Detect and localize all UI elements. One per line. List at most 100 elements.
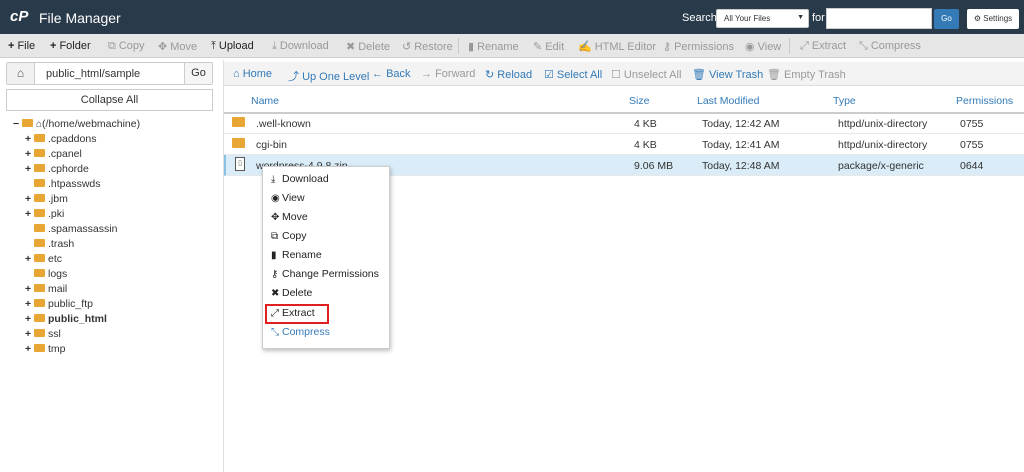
collapse-all-button[interactable]: Collapse All bbox=[6, 89, 213, 111]
copy-button[interactable]: ⧉ Copy bbox=[108, 40, 145, 53]
settings-button[interactable]: ⚙ Settings bbox=[967, 9, 1019, 29]
path-go-button[interactable]: Go bbox=[184, 63, 212, 84]
tree-item-tmp[interactable]: + tmp bbox=[25, 342, 66, 357]
tree-item-spamassassin[interactable]: .spamassassin bbox=[25, 222, 117, 237]
search-input[interactable] bbox=[826, 8, 932, 29]
file-modified: Today, 12:48 AM bbox=[702, 160, 780, 172]
checkbox-checked-icon: ☑ bbox=[544, 69, 557, 81]
tree-item-jbm[interactable]: + .jbm bbox=[25, 192, 68, 207]
search-label: Search bbox=[682, 12, 717, 24]
column-header-name[interactable]: Name bbox=[251, 95, 279, 107]
menu-item-move[interactable]: ✥ Move bbox=[271, 211, 308, 223]
table-row[interactable]: cgi-bin 4 KB Today, 12:41 AM httpd/unix-… bbox=[224, 134, 1024, 155]
tree-item-public-html[interactable]: + public_html bbox=[25, 312, 107, 327]
forward-label: Forward bbox=[435, 68, 476, 80]
expand-toggle[interactable]: + bbox=[25, 192, 34, 207]
menu-item-delete[interactable]: ✖ Delete bbox=[271, 287, 312, 299]
download-label: Download bbox=[279, 40, 329, 52]
select-all-button[interactable]: ☑ Select All bbox=[544, 68, 602, 81]
folder-icon bbox=[34, 164, 45, 172]
reload-button[interactable]: ↻ Reload bbox=[485, 68, 532, 81]
permissions-button[interactable]: ⚷ Permissions bbox=[663, 40, 734, 53]
html-editor-label: HTML Editor bbox=[594, 41, 657, 53]
collapse-toggle[interactable]: − bbox=[13, 117, 22, 132]
expand-toggle[interactable]: + bbox=[25, 147, 34, 162]
file-modified: Today, 12:41 AM bbox=[702, 139, 780, 151]
tree-item-home[interactable]: − ⌂(/home/webmachine) bbox=[13, 117, 140, 132]
path-input[interactable]: public_html/sample bbox=[46, 68, 140, 80]
expand-toggle[interactable]: + bbox=[25, 312, 34, 327]
folder-icon bbox=[34, 149, 45, 157]
extract-button[interactable]: ⤢ Extract bbox=[800, 40, 846, 53]
menu-item-compress[interactable]: ⤡ Compress bbox=[271, 326, 330, 338]
folder-icon bbox=[34, 284, 45, 292]
tree-item-label: public_html bbox=[48, 313, 107, 325]
file-permissions: 0755 bbox=[960, 139, 984, 151]
download-icon: ⤓ bbox=[271, 174, 276, 185]
home-icon[interactable]: ⌂ bbox=[7, 63, 35, 84]
forward-button[interactable]: → Forward bbox=[421, 68, 475, 80]
edit-button[interactable]: ✎ Edit bbox=[533, 40, 564, 53]
view-button[interactable]: ◉ View bbox=[745, 40, 781, 53]
menu-item-rename[interactable]: ▮ Rename bbox=[271, 249, 322, 261]
search-go-button[interactable]: Go bbox=[934, 9, 959, 29]
tree-item-logs[interactable]: logs bbox=[25, 267, 67, 282]
tree-item-cphorde[interactable]: + .cphorde bbox=[25, 162, 89, 177]
tree-item-etc[interactable]: + etc bbox=[25, 252, 62, 267]
new-folder-button[interactable]: + Folder bbox=[50, 40, 91, 52]
tree-item-label: .htpasswds bbox=[48, 178, 101, 190]
column-header-permissions[interactable]: Permissions bbox=[956, 95, 1013, 107]
search-scope-select[interactable]: All Your Files ▼ bbox=[716, 9, 809, 28]
empty-trash-button[interactable]: 🗑 Empty Trash bbox=[767, 68, 846, 81]
tree-item-trash[interactable]: .trash bbox=[25, 237, 74, 252]
move-button[interactable]: ✥ Move bbox=[158, 40, 197, 53]
delete-button[interactable]: ✖ Delete bbox=[346, 40, 390, 53]
expand-toggle[interactable]: + bbox=[25, 207, 34, 222]
html-editor-button[interactable]: ✍ HTML Editor bbox=[578, 40, 656, 53]
tree-item-label: .trash bbox=[48, 238, 75, 250]
tree-item-public-ftp[interactable]: + public_ftp bbox=[25, 297, 93, 312]
expand-toggle[interactable]: + bbox=[25, 327, 34, 342]
tree-item-htpasswds[interactable]: .htpasswds bbox=[25, 177, 101, 192]
rename-button[interactable]: ▮ Rename bbox=[468, 40, 519, 53]
column-header-modified[interactable]: Last Modified bbox=[697, 95, 759, 107]
expand-toggle[interactable]: + bbox=[25, 132, 34, 147]
menu-item-download[interactable]: ⤓ Download bbox=[271, 173, 329, 185]
up-one-level-button[interactable]: ⤴ Up One Level bbox=[288, 68, 369, 84]
view-trash-button[interactable]: 🗑 View Trash bbox=[692, 68, 763, 81]
tree-item-mail[interactable]: + mail bbox=[25, 282, 67, 297]
expand-toggle[interactable]: + bbox=[25, 282, 34, 297]
expand-toggle[interactable]: + bbox=[25, 162, 34, 177]
back-button[interactable]: ← Back bbox=[372, 68, 411, 80]
file-size: 4 KB bbox=[634, 139, 657, 151]
menu-item-change-permissions[interactable]: ⚷ Change Permissions bbox=[271, 268, 379, 280]
expand-toggle[interactable]: + bbox=[25, 297, 34, 312]
expand-toggle[interactable]: + bbox=[25, 342, 34, 357]
home-button[interactable]: ⌂ Home bbox=[233, 68, 272, 80]
tree-item-cpanel[interactable]: + .cpanel bbox=[25, 147, 82, 162]
delete-label: Delete bbox=[358, 41, 391, 53]
expand-toggle[interactable]: + bbox=[25, 252, 34, 267]
folder-icon bbox=[34, 194, 45, 202]
table-row[interactable]: .well-known 4 KB Today, 12:42 AM httpd/u… bbox=[224, 113, 1024, 134]
eye-icon: ◉ bbox=[271, 193, 280, 204]
tree-item-ssl[interactable]: + ssl bbox=[25, 327, 61, 342]
folder-icon bbox=[34, 239, 45, 247]
upload-button[interactable]: ⤒ Upload bbox=[211, 40, 254, 53]
restore-button[interactable]: ↺ Restore bbox=[402, 40, 453, 53]
tree-item-cpaddons[interactable]: + .cpaddons bbox=[25, 132, 96, 147]
new-file-button[interactable]: + File bbox=[8, 40, 35, 52]
column-header-type[interactable]: Type bbox=[833, 95, 856, 107]
eye-icon: ◉ bbox=[745, 41, 755, 53]
menu-item-copy[interactable]: ⧉ Copy bbox=[271, 230, 307, 242]
tree-item-label: mail bbox=[48, 283, 68, 295]
compress-button[interactable]: ⤡ Compress bbox=[859, 40, 921, 53]
cpanel-logo[interactable]: cP bbox=[10, 8, 28, 25]
unselect-all-button[interactable]: ☐ Unselect All bbox=[611, 68, 681, 81]
menu-item-view[interactable]: ◉ View bbox=[271, 192, 305, 204]
column-header-size[interactable]: Size bbox=[629, 95, 649, 107]
tree-item-pki[interactable]: + .pki bbox=[25, 207, 64, 222]
file-icon: ▮ bbox=[468, 41, 475, 53]
key-icon: ⚷ bbox=[663, 41, 672, 53]
download-button[interactable]: ⤓ Download bbox=[272, 40, 329, 53]
